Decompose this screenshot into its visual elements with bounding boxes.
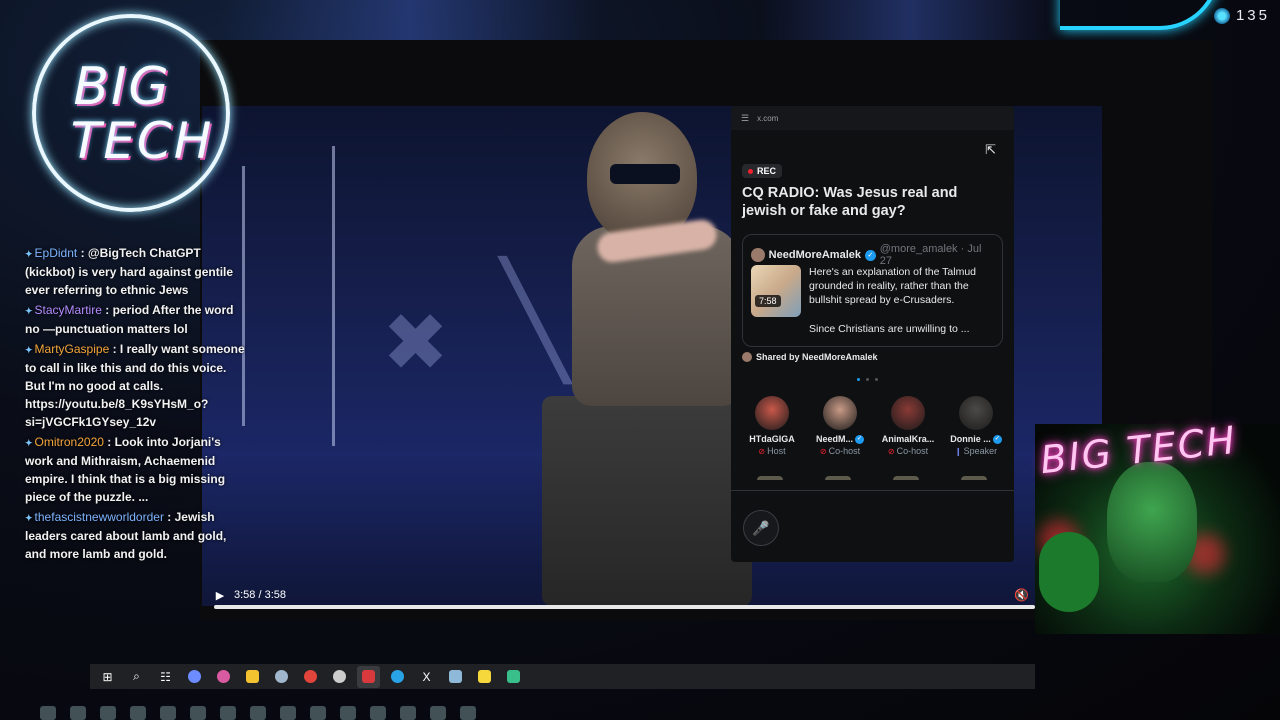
verified-icon: ✓ (992, 434, 1002, 444)
viewer-count-value: 135 (1235, 7, 1270, 24)
mute-icon[interactable]: 🔇 (1014, 588, 1029, 602)
speaker-role: ⊘ Co-host (819, 446, 861, 456)
bigtech-logo: BIG TECH (32, 14, 230, 212)
post-author: NeedMoreAmalek (768, 249, 861, 261)
viewer-count: 135 (1213, 7, 1270, 24)
stream-screen: 135 ✖ ╲ ▶ 3:58 / 3:58 🔇 BIG TECH ✦ EpDid… (0, 0, 1280, 720)
taskbar-media-app-icon[interactable] (357, 665, 380, 688)
mic-muted-icon: ⊘ (887, 446, 895, 456)
chat-username[interactable]: StacyMartire (35, 303, 102, 317)
sound-bars-icon: ❙ (954, 446, 962, 456)
speaker-role: ⊘ Co-host (887, 446, 929, 456)
chat-message: ✦ StacyMartire : period After the word n… (25, 301, 245, 338)
speaker-avatar (823, 396, 857, 430)
speaker-name: HTdaGIGA (749, 434, 795, 444)
taskbar-obs-icon[interactable] (328, 666, 351, 688)
chat-feed: ✦ EpDidnt : @BigTech ChatGPT (kickbot) i… (25, 244, 245, 565)
pagination-dots[interactable] (857, 378, 878, 381)
taskbar-sticky-notes-icon[interactable] (473, 666, 496, 688)
quoted-post[interactable]: NeedMoreAmalek ✓ @more_amalek · Jul 27 7… (742, 234, 1003, 347)
sharer-avatar (742, 352, 752, 362)
taskbar-copilot-icon[interactable] (183, 666, 206, 688)
shared-by: Shared by NeedMoreAmalek (742, 352, 878, 362)
play-button[interactable]: ▶ (214, 589, 226, 602)
taskbar-search-icon[interactable]: ⌕ (125, 666, 148, 688)
taskbar-reflection (40, 706, 600, 720)
chat-username[interactable]: MartyGaspipe (35, 342, 110, 356)
chat-message: ✦ thefascistnewworldorder : Jewish leade… (25, 508, 245, 563)
taskbar: ⊞ ⌕ ☷ X (90, 664, 1035, 689)
taskbar-chrome-icon[interactable] (299, 666, 322, 688)
url-text: x.com (757, 113, 779, 123)
speaker[interactable]: HTdaGIGA ⊘ Host (739, 396, 805, 456)
taskbar-chrome-profile-icon[interactable] (212, 666, 235, 688)
streamer-face (1107, 462, 1197, 582)
chat-badge-icon: ✦ (25, 345, 33, 355)
speaker-avatar (959, 396, 993, 430)
speaker[interactable]: NeedM... ✓ ⊘ Co-host (807, 396, 873, 456)
speaker[interactable]: AnimalKra... ⊘ Co-host (875, 396, 941, 456)
expand-icon[interactable]: ⇱ (985, 142, 996, 158)
taskbar-file-explorer-icon[interactable] (241, 666, 264, 688)
video-thumbnail[interactable] (751, 265, 801, 317)
speaker[interactable]: Donnie ... ✓ ❙ Speaker (943, 396, 1009, 456)
verified-icon: ✓ (865, 249, 876, 261)
chat-badge-icon: ✦ (25, 306, 33, 316)
viewer-icon (1213, 7, 1230, 24)
speaker-avatar (891, 396, 925, 430)
divider (731, 490, 1014, 491)
more-speakers-row (757, 476, 987, 480)
chat-username[interactable]: thefascistnewworldorder (35, 510, 164, 524)
x-space-card: ☰ x.com ⇱ REC CQ RADIO: Was Jesus real a… (731, 106, 1014, 562)
verified-icon: ✓ (855, 434, 864, 444)
post-text: Here's an explanation of the Talmud grou… (809, 266, 977, 306)
video-progress-bar[interactable] (214, 605, 1035, 609)
speaker-name: AnimalKra... (881, 434, 935, 444)
author-avatar (751, 248, 765, 262)
chat-username[interactable]: Omitron2020 (35, 435, 104, 449)
speaker-list: HTdaGIGA ⊘ Host NeedM... ✓ ⊘ Co-host AnimalKra.… (739, 396, 1009, 456)
speaker-avatar (755, 396, 789, 430)
taskbar-windows-start-icon[interactable]: ⊞ (96, 666, 119, 688)
stage-light (332, 146, 335, 446)
taskbar-x-app-icon[interactable]: X (415, 666, 438, 688)
speaker-name: Donnie ... ✓ (950, 434, 1002, 444)
post-text-continued: Since Christians are unwilling to ... (809, 323, 970, 335)
rec-dot-icon (748, 168, 753, 174)
mic-muted-icon: ⊘ (758, 446, 766, 456)
taskbar-notepad-icon[interactable] (444, 666, 467, 688)
speaker-name: NeedM... ✓ (815, 434, 864, 444)
chat-badge-icon: ✦ (25, 249, 33, 259)
space-title: CQ RADIO: Was Jesus real and jewish or f… (742, 185, 958, 219)
chat-badge-icon: ✦ (25, 513, 33, 523)
taskbar-telegram-icon[interactable] (386, 666, 409, 688)
taskbar-task-view-icon[interactable]: ☷ (154, 666, 177, 688)
taskbar-terminal-icon[interactable] (502, 666, 525, 688)
chat-username[interactable]: EpDidnt (35, 246, 78, 260)
microphone-button[interactable]: 🎤 (743, 510, 779, 546)
video-duration: 7:58 (755, 295, 781, 307)
mic-muted-icon: ⊘ (819, 446, 827, 456)
streamer-hand (1039, 532, 1099, 612)
chat-message: ✦ Omitron2020 : Look into Jorjani's work… (25, 433, 245, 506)
chat-message: ✦ MartyGaspipe : I really want someone t… (25, 340, 245, 431)
site-settings-icon[interactable]: ☰ (741, 113, 749, 124)
stage-decoration: ╲ (502, 256, 569, 384)
speaker-role: ❙ Speaker (954, 446, 998, 456)
neon-decoration (1060, 0, 1220, 30)
chat-badge-icon: ✦ (25, 438, 33, 448)
video-time: 3:58 / 3:58 (234, 589, 286, 601)
stage-decoration: ✖ (382, 296, 450, 389)
taskbar-steam-icon[interactable] (270, 666, 293, 688)
post-handle: @more_amalek · Jul 27 (879, 243, 982, 267)
speaker-role: ⊘ Host (758, 446, 786, 456)
url-bar: ☰ x.com (731, 106, 1014, 130)
chat-message: ✦ EpDidnt : @BigTech ChatGPT (kickbot) i… (25, 244, 245, 299)
rec-badge: REC (742, 164, 783, 178)
